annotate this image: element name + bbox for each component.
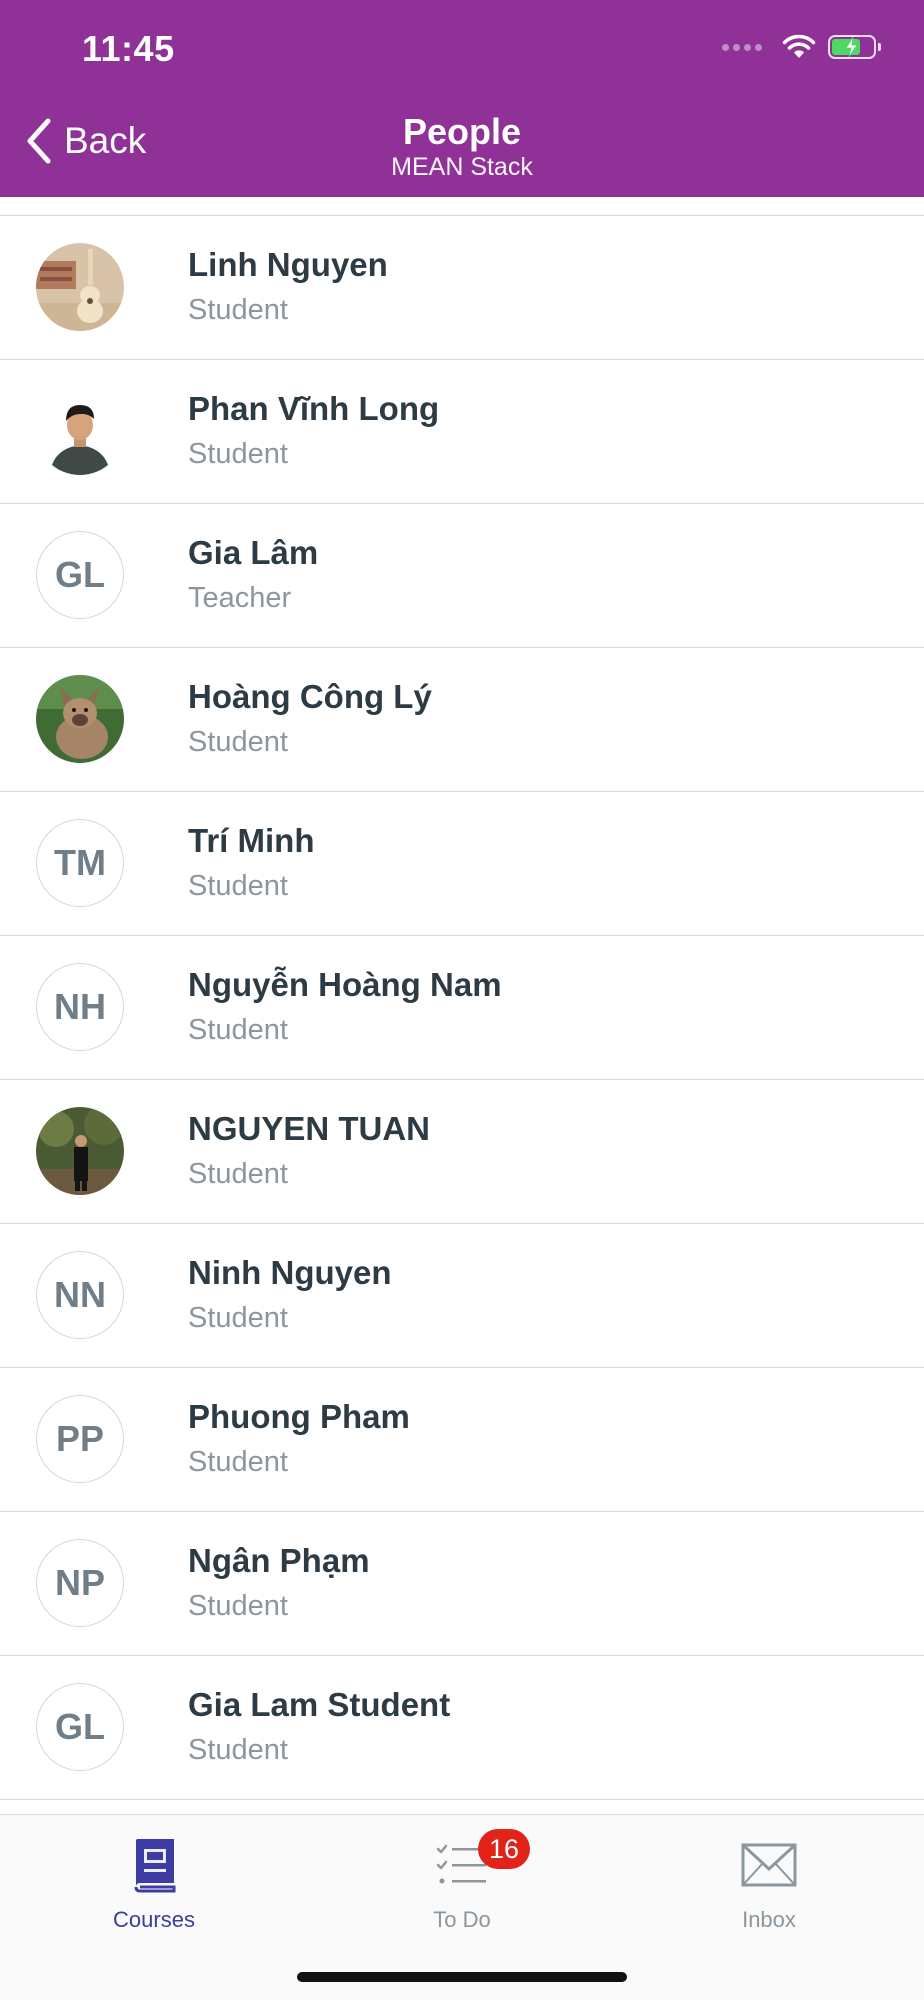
portrait-photo xyxy=(36,387,124,475)
person-role: Student xyxy=(188,1734,288,1766)
avatar: PP xyxy=(36,1395,124,1483)
person-row[interactable]: Linh Nguyen Student xyxy=(0,216,924,360)
avatar: NN xyxy=(36,1251,124,1339)
avatar: NH xyxy=(36,963,124,1051)
status-time: 11:45 xyxy=(82,28,175,69)
person-role: Student xyxy=(188,1302,288,1334)
person-row[interactable]: GL Gia Lâm Teacher xyxy=(0,504,924,648)
avatar xyxy=(36,243,124,331)
navigation-header: 11:45 Back People MEAN Stack xyxy=(0,0,924,197)
outdoor-portrait-photo xyxy=(36,1107,124,1195)
person-row[interactable]: Hoàng Công Lý Student xyxy=(0,648,924,792)
person-role: Student xyxy=(188,1158,288,1190)
tab-courses-label: Courses xyxy=(113,1907,195,1932)
avatar xyxy=(36,387,124,475)
person-name: Linh Nguyen xyxy=(188,246,388,283)
avatar xyxy=(36,1107,124,1195)
avatar: NP xyxy=(36,1539,124,1627)
person-role: Student xyxy=(188,438,288,470)
book-icon xyxy=(134,1839,176,1893)
person-row[interactable]: Phan Vĩnh Long Student xyxy=(0,360,924,504)
person-name: Hoàng Công Lý xyxy=(188,678,432,715)
person-row[interactable]: TM Trí Minh Student xyxy=(0,792,924,936)
tab-todo-label: To Do xyxy=(433,1907,491,1932)
avatar: GL xyxy=(36,531,124,619)
people-list: Linh Nguyen Student Phan Vĩnh Long Stude… xyxy=(0,215,924,1800)
page-subtitle: MEAN Stack xyxy=(391,153,533,181)
person-name: Ninh Nguyen xyxy=(188,1254,392,1291)
tab-bar: Courses 16 To Do Inbox xyxy=(0,1814,924,2000)
avatar: GL xyxy=(36,1683,124,1771)
envelope-icon xyxy=(741,1843,797,1887)
person-role: Student xyxy=(188,1446,288,1478)
guitar-photo xyxy=(36,243,124,331)
battery-icon xyxy=(828,35,881,59)
person-role: Student xyxy=(188,870,288,902)
todo-count-badge: 16 xyxy=(478,1829,530,1869)
avatar: TM xyxy=(36,819,124,907)
person-row[interactable]: NGUYEN TUAN Student xyxy=(0,1080,924,1224)
person-name: Phuong Pham xyxy=(188,1398,410,1435)
person-name: Gia Lâm xyxy=(188,534,319,571)
person-row[interactable]: NH Nguyễn Hoàng Nam Student xyxy=(0,936,924,1080)
person-role: Teacher xyxy=(188,582,292,614)
person-row[interactable]: PP Phuong Pham Student xyxy=(0,1368,924,1512)
tab-inbox[interactable]: Inbox xyxy=(669,1833,869,1933)
avatar xyxy=(36,675,124,763)
person-role: Student xyxy=(188,1014,288,1046)
person-row[interactable]: NN Ninh Nguyen Student xyxy=(0,1224,924,1368)
cellular-signal-icon xyxy=(722,43,762,51)
person-role: Student xyxy=(188,1590,288,1622)
person-name: Phan Vĩnh Long xyxy=(188,390,440,427)
person-row[interactable]: NP Ngân Phạm Student xyxy=(0,1512,924,1656)
tab-todo[interactable]: 16 To Do xyxy=(362,1829,562,1933)
tab-inbox-label: Inbox xyxy=(742,1907,796,1932)
person-name: NGUYEN TUAN xyxy=(188,1110,431,1147)
person-name: Gia Lam Student xyxy=(188,1686,451,1723)
page-title: People xyxy=(402,111,522,152)
tab-courses[interactable]: Courses xyxy=(54,1833,254,1933)
person-role: Student xyxy=(188,294,288,326)
status-indicators xyxy=(722,34,881,60)
person-name: Trí Minh xyxy=(188,822,315,859)
title-block: People MEAN Stack xyxy=(0,112,924,182)
person-role: Student xyxy=(188,726,288,758)
person-name: Ngân Phạm xyxy=(188,1542,370,1579)
person-name: Nguyễn Hoàng Nam xyxy=(188,966,502,1003)
wifi-icon xyxy=(782,34,816,58)
person-row[interactable]: GL Gia Lam Student Student xyxy=(0,1656,924,1800)
home-indicator[interactable] xyxy=(297,1972,627,1982)
dog-photo xyxy=(36,675,124,763)
